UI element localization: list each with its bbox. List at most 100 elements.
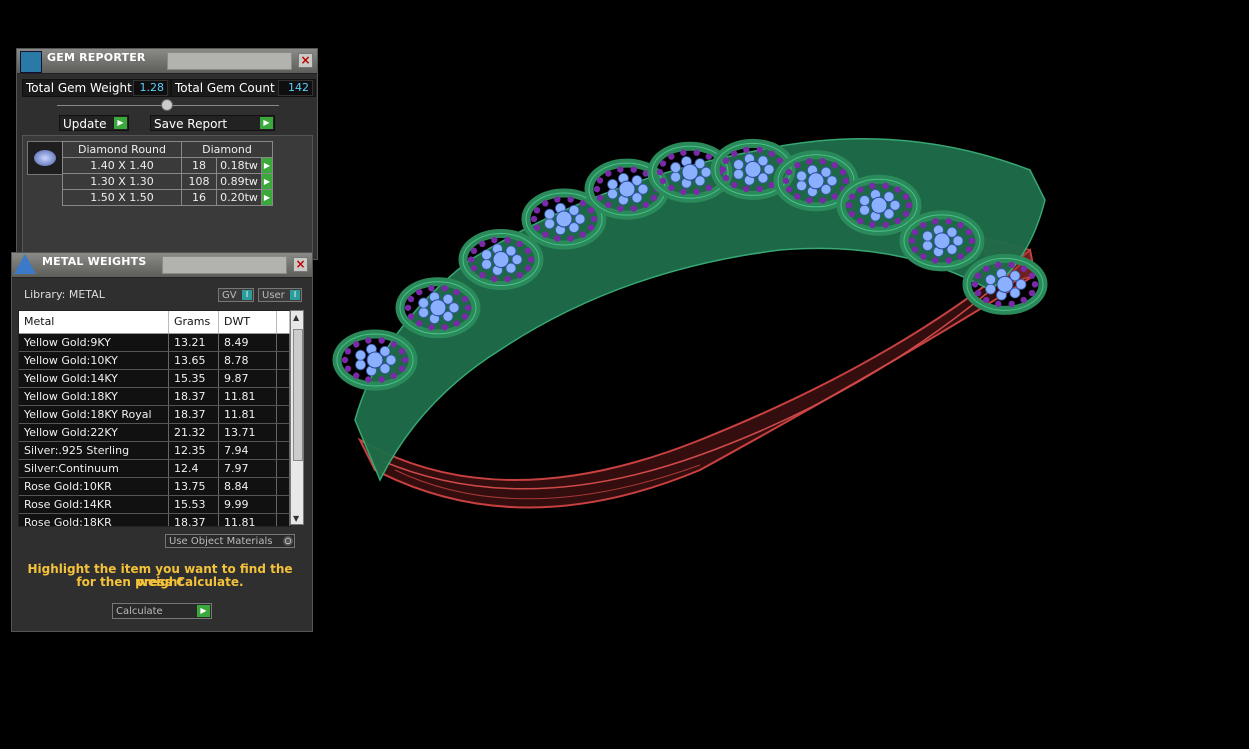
accent-gem bbox=[642, 201, 649, 208]
accent-gem bbox=[743, 146, 750, 154]
titlebar-grip[interactable] bbox=[162, 256, 287, 274]
accent-gem bbox=[857, 217, 864, 225]
gem-weight: 0.89tw bbox=[216, 173, 262, 190]
accent-gem bbox=[819, 158, 826, 165]
accent-gem bbox=[911, 246, 919, 253]
metal-weights-titlebar[interactable]: METAL WEIGHTS × bbox=[12, 253, 312, 278]
metal-cell-dwt: 9.87 bbox=[219, 370, 277, 387]
gem-row[interactable]: 1.50 X 1.50 16 0.20tw ▶ bbox=[62, 189, 273, 206]
accent-gem bbox=[527, 256, 535, 263]
metal-row[interactable]: Yellow Gold:18KY Royal 18.37 11.81 bbox=[19, 406, 290, 424]
accent-gem bbox=[390, 341, 397, 348]
slider-knob[interactable] bbox=[161, 99, 173, 111]
gem-size: 1.40 X 1.40 bbox=[62, 157, 182, 174]
accent-gem bbox=[479, 271, 486, 279]
accent-gem bbox=[587, 207, 595, 214]
metal-weights-title: METAL WEIGHTS bbox=[42, 255, 147, 268]
accent-gem bbox=[428, 285, 435, 292]
accent-gem bbox=[719, 166, 727, 173]
halo-gem bbox=[952, 235, 964, 247]
gem-row[interactable]: 1.40 X 1.40 18 0.18tw ▶ bbox=[62, 157, 273, 174]
accent-gem bbox=[756, 185, 763, 193]
accent-gem bbox=[869, 182, 876, 190]
gem-reporter-title: GEM REPORTER bbox=[47, 51, 146, 64]
select-arrow-icon[interactable]: ▶ bbox=[261, 157, 273, 174]
close-icon[interactable]: × bbox=[293, 257, 308, 272]
calculate-button[interactable]: Calculate ▶ bbox=[112, 603, 212, 619]
accent-gem bbox=[1020, 265, 1027, 272]
metal-cell-dwt: 7.94 bbox=[219, 442, 277, 459]
accent-gem bbox=[920, 253, 927, 260]
close-icon[interactable]: × bbox=[298, 53, 313, 68]
update-button[interactable]: Update ▶ bbox=[59, 115, 129, 131]
total-gem-weight-value: 1.28 bbox=[133, 80, 168, 96]
metal-row[interactable]: Yellow Gold:18KY 18.37 11.81 bbox=[19, 388, 290, 406]
accent-gem bbox=[974, 272, 982, 279]
accent-gem bbox=[504, 236, 511, 244]
metal-row[interactable]: Rose Gold:14KR 15.53 9.99 bbox=[19, 496, 290, 514]
save-report-button[interactable]: Save Report ▶ bbox=[150, 115, 275, 131]
instruction-text-2: for then press Calculate. bbox=[76, 575, 244, 589]
col-metal[interactable]: Metal bbox=[19, 311, 169, 333]
center-gem bbox=[555, 210, 573, 228]
halo-gem bbox=[385, 354, 397, 366]
accent-gem bbox=[1008, 300, 1015, 308]
halo-gem bbox=[700, 166, 712, 178]
accent-gem bbox=[911, 228, 919, 236]
titlebar-grip[interactable] bbox=[167, 52, 292, 70]
metal-cell-metal: Rose Gold:14KR bbox=[19, 496, 169, 513]
halo-gem bbox=[985, 274, 996, 286]
metal-cell-grams: 18.37 bbox=[169, 406, 219, 423]
accent-gem bbox=[659, 177, 667, 185]
gv-toggle-label: GV bbox=[222, 290, 237, 301]
accent-gem bbox=[404, 304, 412, 311]
accent-gem bbox=[743, 185, 750, 193]
metal-row[interactable]: Silver:Continuum 12.4 7.97 bbox=[19, 460, 290, 478]
metal-table-scrollbar[interactable]: ▲ ▼ bbox=[290, 310, 304, 525]
halo-gem bbox=[670, 162, 681, 173]
halo-gem bbox=[418, 307, 429, 318]
scroll-thumb[interactable] bbox=[293, 329, 303, 461]
metal-cell-metal: Yellow Gold:18KY Royal bbox=[19, 406, 169, 423]
col-dwt[interactable]: DWT bbox=[219, 311, 277, 333]
scroll-up-icon[interactable]: ▲ bbox=[293, 313, 299, 322]
metal-cell-dwt: 8.78 bbox=[219, 352, 277, 369]
accent-gem bbox=[516, 240, 523, 248]
metal-row[interactable]: Silver:.925 Sterling 12.35 7.94 bbox=[19, 442, 290, 460]
gem-row[interactable]: 1.30 X 1.30 108 0.89tw ▶ bbox=[62, 173, 273, 190]
halo-gem bbox=[418, 297, 429, 309]
accent-gem bbox=[504, 275, 511, 283]
accent-gem bbox=[731, 181, 738, 189]
halo-gem bbox=[733, 159, 744, 171]
accent-gem bbox=[668, 153, 675, 160]
accent-gem bbox=[470, 265, 478, 272]
metal-row[interactable]: Yellow Gold:22KY 21.32 13.71 bbox=[19, 424, 290, 442]
metal-row[interactable]: Yellow Gold:10KY 13.65 8.78 bbox=[19, 352, 290, 370]
select-arrow-icon[interactable]: ▶ bbox=[261, 173, 273, 190]
accent-gem bbox=[957, 253, 964, 260]
scroll-down-icon[interactable]: ▼ bbox=[293, 514, 299, 523]
gv-toggle[interactable]: GV I bbox=[218, 288, 254, 302]
accent-gem bbox=[722, 174, 730, 182]
gem-reporter-titlebar[interactable]: GEM REPORTER × bbox=[17, 49, 317, 74]
col-grams[interactable]: Grams bbox=[169, 311, 219, 333]
metal-row[interactable]: Rose Gold:18KR 18.37 11.81 bbox=[19, 514, 290, 526]
metal-cell-dwt: 9.99 bbox=[219, 496, 277, 513]
halo-gem bbox=[859, 204, 870, 216]
select-arrow-icon[interactable]: ▶ bbox=[261, 189, 273, 206]
metal-cell-metal: Rose Gold:18KR bbox=[19, 514, 169, 526]
accent-gem bbox=[617, 166, 624, 173]
use-object-materials-toggle[interactable]: Use Object Materials ○ bbox=[165, 534, 295, 548]
accent-gem bbox=[842, 177, 850, 185]
metal-row[interactable]: Rose Gold:10KR 13.75 8.84 bbox=[19, 478, 290, 496]
accent-gem bbox=[1031, 281, 1039, 288]
accent-gem bbox=[794, 161, 801, 169]
metal-row[interactable]: Yellow Gold:14KY 15.35 9.87 bbox=[19, 370, 290, 388]
metal-row[interactable]: Yellow Gold:9KY 13.21 8.49 bbox=[19, 334, 290, 352]
metal-cell-dwt: 7.97 bbox=[219, 460, 277, 477]
user-toggle[interactable]: User I bbox=[258, 288, 302, 302]
accent-gem bbox=[722, 157, 730, 164]
accent-gem bbox=[957, 221, 964, 229]
metal-cell-blank bbox=[277, 334, 290, 351]
play-arrow-icon: ▶ bbox=[114, 117, 127, 129]
